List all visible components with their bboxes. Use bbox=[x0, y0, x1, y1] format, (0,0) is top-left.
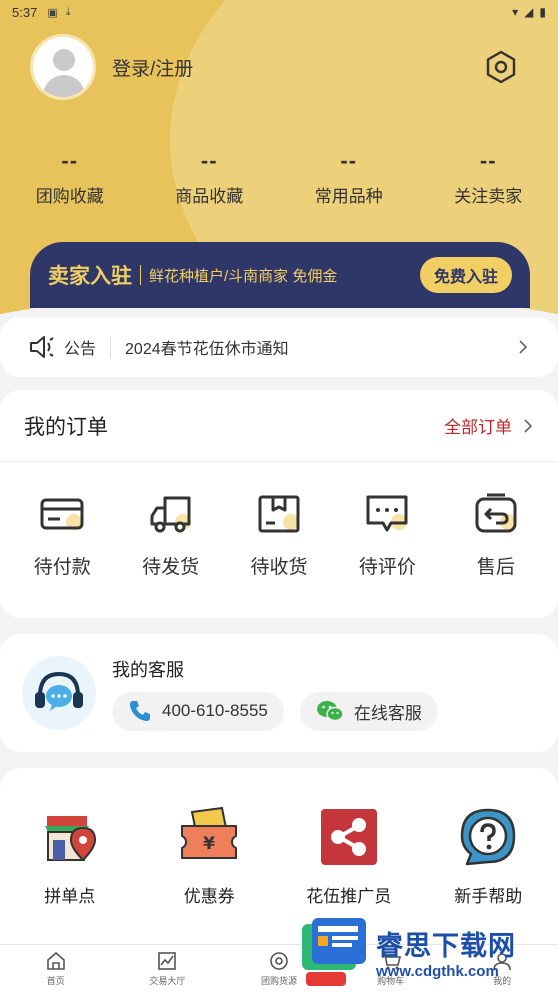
order-status-label: 待发货 bbox=[142, 557, 200, 578]
announcement-text[interactable]: 2024春节花伍休市通知 bbox=[125, 335, 516, 359]
stat-label: 团购收藏 bbox=[35, 187, 104, 206]
stat-label: 常用品种 bbox=[314, 187, 383, 206]
seller-banner-title: 卖家入驻 bbox=[48, 265, 132, 288]
coupon-icon: ¥ bbox=[181, 806, 238, 859]
battery-icon: ▮ bbox=[539, 5, 546, 19]
speaker-icon bbox=[30, 336, 54, 358]
customer-service-info: 我的客服 400-610-8555 在线客服 bbox=[112, 656, 438, 731]
stat-value: -- bbox=[340, 148, 358, 173]
return-icon bbox=[475, 493, 517, 533]
tab-label: 首页 bbox=[46, 976, 65, 986]
announcement-bar[interactable]: 公告 2024春节花伍休市通知 bbox=[0, 317, 558, 377]
seller-signup-banner[interactable]: 卖家入驻 鲜花种植户/斗南商家 免佣金 免费入驻 bbox=[30, 242, 530, 308]
customer-service-actions: 400-610-8555 在线客服 bbox=[112, 691, 438, 731]
chevron-right-icon bbox=[519, 340, 528, 354]
order-pending-payment[interactable]: 待付款 bbox=[8, 490, 116, 579]
stat-label: 商品收藏 bbox=[175, 187, 244, 206]
customer-service-card: 我的客服 400-610-8555 在线客服 bbox=[0, 634, 558, 752]
wifi-icon: ▾ bbox=[512, 5, 519, 19]
share-icon bbox=[320, 809, 377, 865]
store-location-icon bbox=[44, 816, 96, 862]
wallet-card-icon bbox=[40, 498, 84, 530]
package-icon bbox=[258, 495, 300, 533]
tool-label: 优惠券 bbox=[183, 887, 235, 906]
tools-row: 拼单点 ¥ 优惠券 花伍推广员 新手帮助 bbox=[0, 768, 558, 907]
tab-trading-hall[interactable]: 交易大厅 bbox=[112, 945, 224, 992]
tab-home[interactable]: 首页 bbox=[0, 945, 112, 992]
tool-group-point[interactable]: 拼单点 bbox=[0, 806, 140, 907]
my-orders-card: 我的订单 全部订单 待付款 待发货 待收货 待评价 售后 bbox=[0, 390, 558, 618]
seller-banner-divider bbox=[140, 265, 141, 285]
user-avatar-icon[interactable] bbox=[30, 34, 96, 100]
online-service-label: 在线客服 bbox=[353, 703, 422, 723]
order-status-label: 待收货 bbox=[250, 557, 308, 578]
orders-title: 我的订单 bbox=[24, 415, 108, 439]
order-pending-receipt[interactable]: 待收货 bbox=[225, 490, 333, 579]
stats-row: -- 团购收藏 -- 商品收藏 -- 常用品种 -- 关注卖家 bbox=[0, 148, 558, 207]
stat-value: -- bbox=[61, 148, 79, 173]
stat-product-favorites[interactable]: -- 商品收藏 bbox=[140, 148, 280, 207]
status-bar: 5:37 ▣ ⤓ ▾ ◢ ▮ bbox=[0, 0, 558, 24]
tool-coupon[interactable]: ¥ 优惠券 bbox=[140, 806, 280, 907]
order-after-sales[interactable]: 售后 bbox=[442, 490, 550, 579]
home-icon bbox=[46, 951, 65, 970]
order-status-label: 待评价 bbox=[358, 557, 416, 578]
stat-value: -- bbox=[200, 148, 218, 173]
customer-service-icon bbox=[22, 656, 96, 730]
download-icon: ⤓ bbox=[65, 5, 71, 18]
tool-label: 花伍推广员 bbox=[306, 887, 392, 906]
watermark: 睿思下载网 www.cdgthk.com bbox=[298, 916, 554, 988]
online-service-button[interactable]: 在线客服 bbox=[299, 691, 438, 731]
settings-hexagon-icon[interactable] bbox=[484, 50, 518, 84]
watermark-url: www.cdgthk.com bbox=[376, 963, 499, 980]
customer-service-title: 我的客服 bbox=[112, 659, 184, 680]
truck-icon bbox=[150, 496, 191, 533]
stat-value: -- bbox=[479, 148, 497, 173]
order-pending-shipment[interactable]: 待发货 bbox=[116, 490, 224, 579]
phone-icon bbox=[130, 701, 150, 721]
watermark-title: 睿思下载网 bbox=[376, 931, 516, 961]
status-time: 5:37 bbox=[12, 4, 38, 20]
tool-label: 新手帮助 bbox=[454, 887, 523, 906]
chevron-right-icon bbox=[524, 418, 533, 433]
stat-followed-sellers[interactable]: -- 关注卖家 bbox=[419, 148, 558, 207]
phone-button[interactable]: 400-610-8555 bbox=[112, 691, 284, 731]
wechat-icon bbox=[316, 701, 344, 722]
profile-section[interactable]: 登录/注册 bbox=[30, 34, 193, 100]
stat-group-favorites[interactable]: -- 团购收藏 bbox=[0, 148, 140, 207]
login-register-link[interactable]: 登录/注册 bbox=[112, 54, 193, 81]
trade-chart-icon bbox=[158, 952, 177, 970]
tool-label: 拼单点 bbox=[44, 887, 96, 906]
order-status-label: 待付款 bbox=[33, 557, 91, 578]
svg-text:¥: ¥ bbox=[203, 834, 215, 854]
watermark-logo-icon bbox=[302, 918, 366, 986]
tab-label: 团购货源 bbox=[260, 976, 297, 986]
signal-icon: ◢ bbox=[524, 5, 534, 19]
order-status-label: 售后 bbox=[476, 557, 515, 578]
tool-beginner-help[interactable]: 新手帮助 bbox=[419, 806, 558, 907]
announcement-label: 公告 bbox=[64, 341, 97, 358]
order-pending-review[interactable]: 待评价 bbox=[333, 490, 441, 579]
comment-icon bbox=[366, 495, 408, 532]
order-status-row: 待付款 待发货 待收货 待评价 售后 bbox=[0, 462, 558, 579]
seller-banner-desc: 鲜花种植户/斗南商家 免佣金 bbox=[149, 267, 338, 285]
free-signup-button[interactable]: 免费入驻 bbox=[419, 257, 512, 293]
tab-label: 交易大厅 bbox=[149, 976, 186, 986]
announcement-divider bbox=[110, 336, 112, 358]
phone-number: 400-610-8555 bbox=[162, 701, 268, 720]
stat-common-varieties[interactable]: -- 常用品种 bbox=[279, 148, 419, 207]
all-orders-link[interactable]: 全部订单 bbox=[444, 413, 512, 438]
tool-promoter[interactable]: 花伍推广员 bbox=[279, 806, 419, 907]
stat-label: 关注卖家 bbox=[454, 187, 523, 206]
group-buy-icon bbox=[270, 952, 288, 970]
help-icon bbox=[461, 808, 516, 866]
orders-header: 我的订单 全部订单 bbox=[0, 390, 558, 462]
notification-a-icon: ▣ bbox=[47, 6, 58, 19]
